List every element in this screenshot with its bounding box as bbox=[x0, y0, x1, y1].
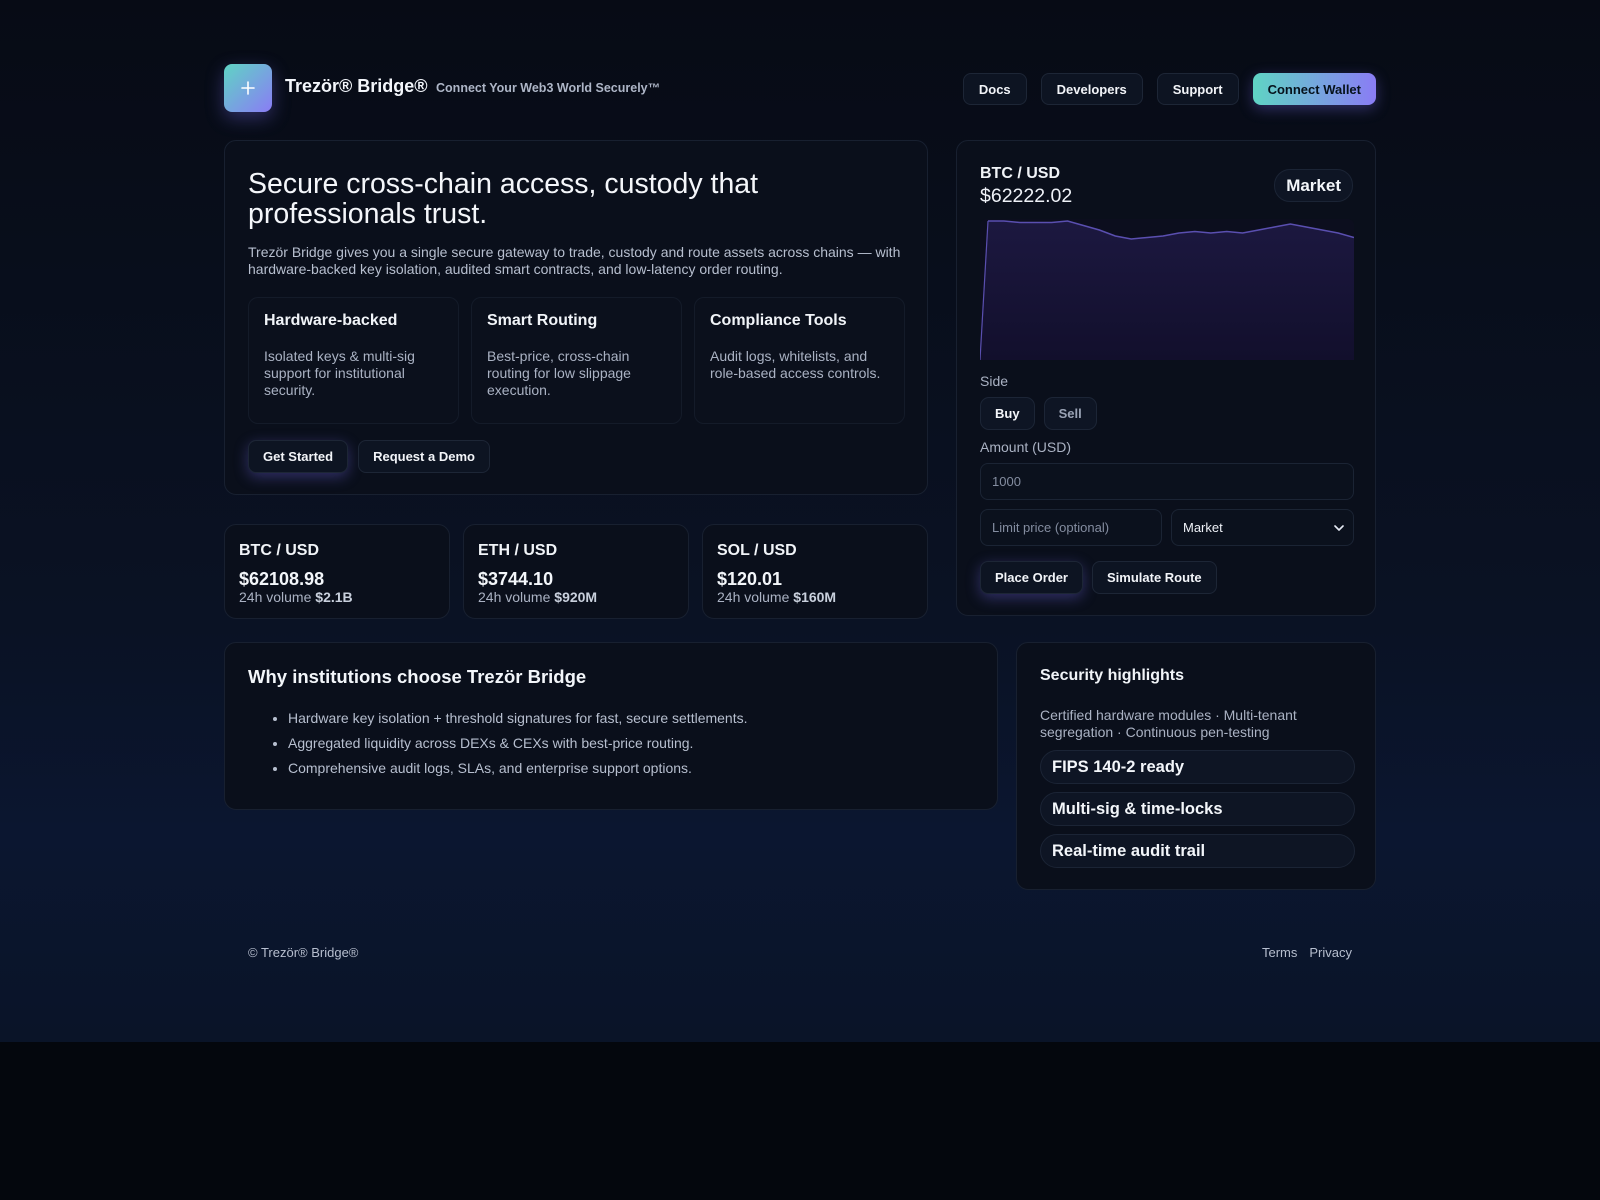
feature-description: Isolated keys & multi-sig support for in… bbox=[264, 348, 415, 398]
order-type-value: Market bbox=[1183, 520, 1223, 535]
why-card: Why institutions choose Trezör Bridge Ha… bbox=[224, 642, 998, 810]
connect-wallet-button[interactable]: Connect Wallet bbox=[1252, 73, 1376, 105]
list-item: Aggregated liquidity across DEXs & CEXs … bbox=[288, 731, 748, 756]
list-item: Comprehensive audit logs, SLAs, and ente… bbox=[288, 756, 748, 781]
ticker-card-sol: SOL / USD $120.01 24h volume $160M bbox=[702, 524, 928, 619]
request-demo-button[interactable]: Request a Demo bbox=[358, 440, 490, 473]
chevron-down-icon bbox=[1334, 524, 1344, 531]
limit-price-input[interactable]: Limit price (optional) bbox=[980, 509, 1162, 546]
hero-card: Secure cross-chain access, custody that … bbox=[224, 140, 928, 495]
ticker-card-eth: ETH / USD $3744.10 24h volume $920M bbox=[463, 524, 689, 619]
nav-developers[interactable]: Developers bbox=[1040, 73, 1143, 105]
feature-title: Compliance Tools bbox=[710, 312, 847, 329]
nav-support[interactable]: Support bbox=[1156, 73, 1239, 105]
feature-title: Smart Routing bbox=[487, 312, 598, 329]
footer-links: Terms Privacy bbox=[1262, 945, 1352, 960]
ticker-volume: 24h volume $2.1B bbox=[239, 589, 353, 605]
footer-link-privacy[interactable]: Privacy bbox=[1309, 945, 1352, 960]
feature-description: Audit logs, whitelists, and role-based a… bbox=[710, 348, 881, 381]
feature-card-routing: Smart Routing Best-price, cross-chain ro… bbox=[471, 297, 682, 424]
ticker-volume-value: $160M bbox=[793, 589, 837, 605]
amount-input[interactable]: 1000 bbox=[980, 463, 1354, 500]
ticker-price: $120.01 bbox=[717, 569, 783, 589]
trade-actions: Place Order Simulate Route bbox=[980, 561, 1217, 594]
place-order-button[interactable]: Place Order bbox=[980, 561, 1083, 594]
side-label: Side bbox=[980, 373, 1009, 389]
simulate-route-button[interactable]: Simulate Route bbox=[1092, 561, 1217, 594]
security-pill: FIPS 140-2 ready bbox=[1040, 750, 1355, 784]
order-type-select[interactable]: Market bbox=[1171, 509, 1354, 546]
feature-card-compliance: Compliance Tools Audit logs, whitelists,… bbox=[694, 297, 905, 424]
ticker-volume-value: $2.1B bbox=[315, 589, 353, 605]
brand: Trezör® Bridge® Connect Your Web3 World … bbox=[285, 76, 660, 97]
ticker-card-btc: BTC / USD $62108.98 24h volume $2.1B bbox=[224, 524, 450, 619]
feature-title: Hardware-backed bbox=[264, 312, 398, 329]
sell-button[interactable]: Sell bbox=[1043, 397, 1097, 430]
hero-description: Trezör Bridge gives you a single secure … bbox=[248, 244, 901, 277]
brand-name: Trezör® Bridge® bbox=[285, 76, 428, 96]
logo[interactable] bbox=[224, 64, 272, 112]
ticker-volume-label: 24h volume bbox=[717, 589, 790, 605]
hero-actions: Get Started Request a Demo bbox=[248, 440, 490, 473]
trade-panel: BTC / USD $62222.02 Market Side Buy Sell… bbox=[956, 140, 1376, 616]
amount-label: Amount (USD) bbox=[980, 439, 1072, 455]
ticker-pair: SOL / USD bbox=[717, 542, 797, 559]
top-nav: Docs Developers Support Connect Wallet bbox=[962, 73, 1376, 105]
header: Trezör® Bridge® Connect Your Web3 World … bbox=[224, 64, 1376, 112]
security-title: Security highlights bbox=[1040, 667, 1185, 684]
chart-area-fill bbox=[980, 221, 1354, 360]
buy-button[interactable]: Buy bbox=[980, 397, 1035, 430]
price-chart bbox=[980, 219, 1354, 360]
ticker-volume: 24h volume $920M bbox=[478, 589, 597, 605]
ticker-volume: 24h volume $160M bbox=[717, 589, 836, 605]
ticker-volume-label: 24h volume bbox=[239, 589, 312, 605]
market-mode-badge: Market bbox=[1274, 169, 1353, 202]
ticker-pair: ETH / USD bbox=[478, 542, 558, 559]
ticker-volume-value: $920M bbox=[554, 589, 598, 605]
trade-pair: BTC / USD bbox=[980, 165, 1060, 182]
list-item: Hardware key isolation + threshold signa… bbox=[288, 706, 748, 731]
security-description: Certified hardware modules · Multi-tenan… bbox=[1040, 707, 1297, 740]
security-card: Security highlights Certified hardware m… bbox=[1016, 642, 1376, 890]
why-title: Why institutions choose Trezör Bridge bbox=[248, 666, 587, 687]
footer-copyright: © Trezör® Bridge® bbox=[248, 945, 359, 960]
brand-tagline: Connect Your Web3 World Securely™ bbox=[436, 81, 661, 95]
nav-docs[interactable]: Docs bbox=[962, 73, 1027, 105]
footer-link-terms[interactable]: Terms bbox=[1262, 945, 1297, 960]
ticker-volume-label: 24h volume bbox=[478, 589, 551, 605]
feature-description: Best-price, cross-chain routing for low … bbox=[487, 348, 631, 398]
get-started-button[interactable]: Get Started bbox=[248, 440, 349, 473]
plus-icon bbox=[241, 81, 255, 95]
security-pill: Real-time audit trail bbox=[1040, 834, 1355, 868]
hero-title: Secure cross-chain access, custody that … bbox=[248, 168, 759, 230]
side-toggle: Buy Sell bbox=[980, 397, 1097, 430]
security-pill: Multi-sig & time-locks bbox=[1040, 792, 1355, 826]
feature-card-hardware: Hardware-backed Isolated keys & multi-si… bbox=[248, 297, 459, 424]
ticker-pair: BTC / USD bbox=[239, 542, 319, 559]
why-list: Hardware key isolation + threshold signa… bbox=[288, 706, 748, 781]
ticker-price: $3744.10 bbox=[478, 569, 554, 589]
trade-price: $62222.02 bbox=[980, 185, 1073, 207]
ticker-price: $62108.98 bbox=[239, 569, 325, 589]
